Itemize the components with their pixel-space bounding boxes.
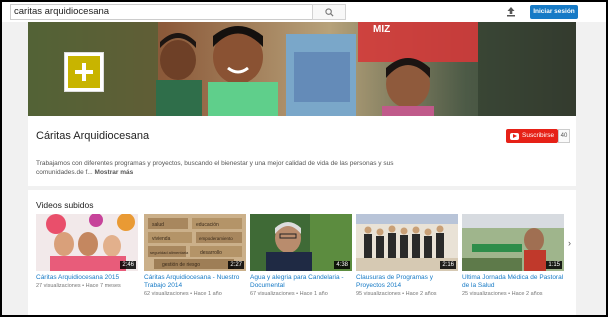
banner-text: MIZ: [373, 24, 390, 35]
uploaded-videos-section: Videos subidos 2:46 Cáritas Arquidiocesa…: [28, 190, 576, 315]
video-meta: 27 visualizaciones • Hace 7 meses: [36, 283, 121, 289]
search-icon: [324, 7, 334, 17]
thumb-word: vivienda: [152, 236, 171, 242]
search-input[interactable]: caritas arquidiocesana: [10, 4, 346, 20]
video-meta: 67 visualizaciones • Hace 1 año: [250, 291, 328, 297]
upload-icon[interactable]: [506, 6, 516, 17]
subscriber-count: 40: [558, 129, 570, 143]
video-thumbnail[interactable]: 4:38: [250, 214, 352, 271]
subscribe-button[interactable]: Suscribirse: [506, 129, 558, 143]
top-bar: caritas arquidiocesana Iniciar sesión: [2, 2, 606, 22]
cross-logo-icon: [68, 56, 100, 88]
video-duration: 2:46: [120, 261, 136, 269]
video-title[interactable]: Agua y alegria para Candelaria - Documen…: [250, 274, 352, 290]
banner-image: MIZ: [28, 22, 576, 116]
thumb-word: educación: [196, 222, 219, 228]
thumb-word: salud: [152, 222, 164, 228]
channel-header: Cáritas Arquidiocesana Suscribirse 40 Tr…: [28, 116, 576, 186]
search-button[interactable]: [312, 4, 346, 20]
video-duration: 2:27: [228, 261, 244, 269]
video-thumbnail[interactable]: 2:16: [356, 214, 458, 271]
channel-banner: MIZ: [28, 22, 576, 116]
signin-button[interactable]: Iniciar sesión: [530, 5, 578, 19]
video-item[interactable]: 2:16 Clausuras de Programas y Proyectos …: [356, 214, 458, 298]
video-title[interactable]: Ultima Jornada Médica de Pastoral de la …: [462, 274, 564, 290]
youtube-icon: [510, 132, 519, 140]
subscribe-label: Suscribirse: [522, 132, 555, 139]
video-title[interactable]: Cáritas Arquidiocesana 2015: [36, 274, 138, 282]
youtube-channel-page: caritas arquidiocesana Iniciar sesión MI…: [2, 2, 606, 315]
video-duration: 2:16: [440, 261, 456, 269]
thumb-word: gestión de riesgo: [162, 262, 200, 268]
video-thumbnail[interactable]: 2:46: [36, 214, 138, 271]
video-duration: 4:38: [334, 261, 350, 269]
show-more-link[interactable]: Mostrar más: [95, 169, 134, 176]
video-item[interactable]: 1:15 Ultima Jornada Médica de Pastoral d…: [462, 214, 564, 298]
video-thumbnail[interactable]: 1:15: [462, 214, 564, 271]
video-duration: 1:15: [546, 261, 562, 269]
video-item[interactable]: 4:38 Agua y alegria para Candelaria - Do…: [250, 214, 352, 298]
thumb-word: desarrollo: [200, 250, 222, 256]
video-meta: 25 visualizaciones • Hace 2 años: [462, 291, 543, 297]
video-item[interactable]: 2:46 Cáritas Arquidiocesana 2015 27 visu…: [36, 214, 138, 290]
video-thumbnail[interactable]: salud educación vivienda empoderamiento …: [144, 214, 246, 271]
thumb-word: empoderamiento: [199, 236, 233, 241]
channel-logo: [64, 52, 104, 92]
video-title[interactable]: Cáritas Arquidiocesana - Nuestro Trabajo…: [144, 274, 246, 290]
video-title[interactable]: Clausuras de Programas y Proyectos 2014: [356, 274, 458, 290]
description-text: Trabajamos con diferentes programas y pr…: [36, 160, 394, 176]
channel-title: Cáritas Arquidiocesana: [36, 130, 150, 142]
channel-description: Trabajamos con diferentes programas y pr…: [36, 159, 416, 177]
section-heading: Videos subidos: [36, 200, 94, 210]
chevron-right-icon[interactable]: ›: [568, 238, 571, 248]
video-item[interactable]: salud educación vivienda empoderamiento …: [144, 214, 246, 298]
video-meta: 95 visualizaciones • Hace 2 años: [356, 291, 437, 297]
thumb-word: seguridad alimentaria: [150, 250, 189, 255]
video-meta: 62 visualizaciones • Hace 1 año: [144, 291, 222, 297]
